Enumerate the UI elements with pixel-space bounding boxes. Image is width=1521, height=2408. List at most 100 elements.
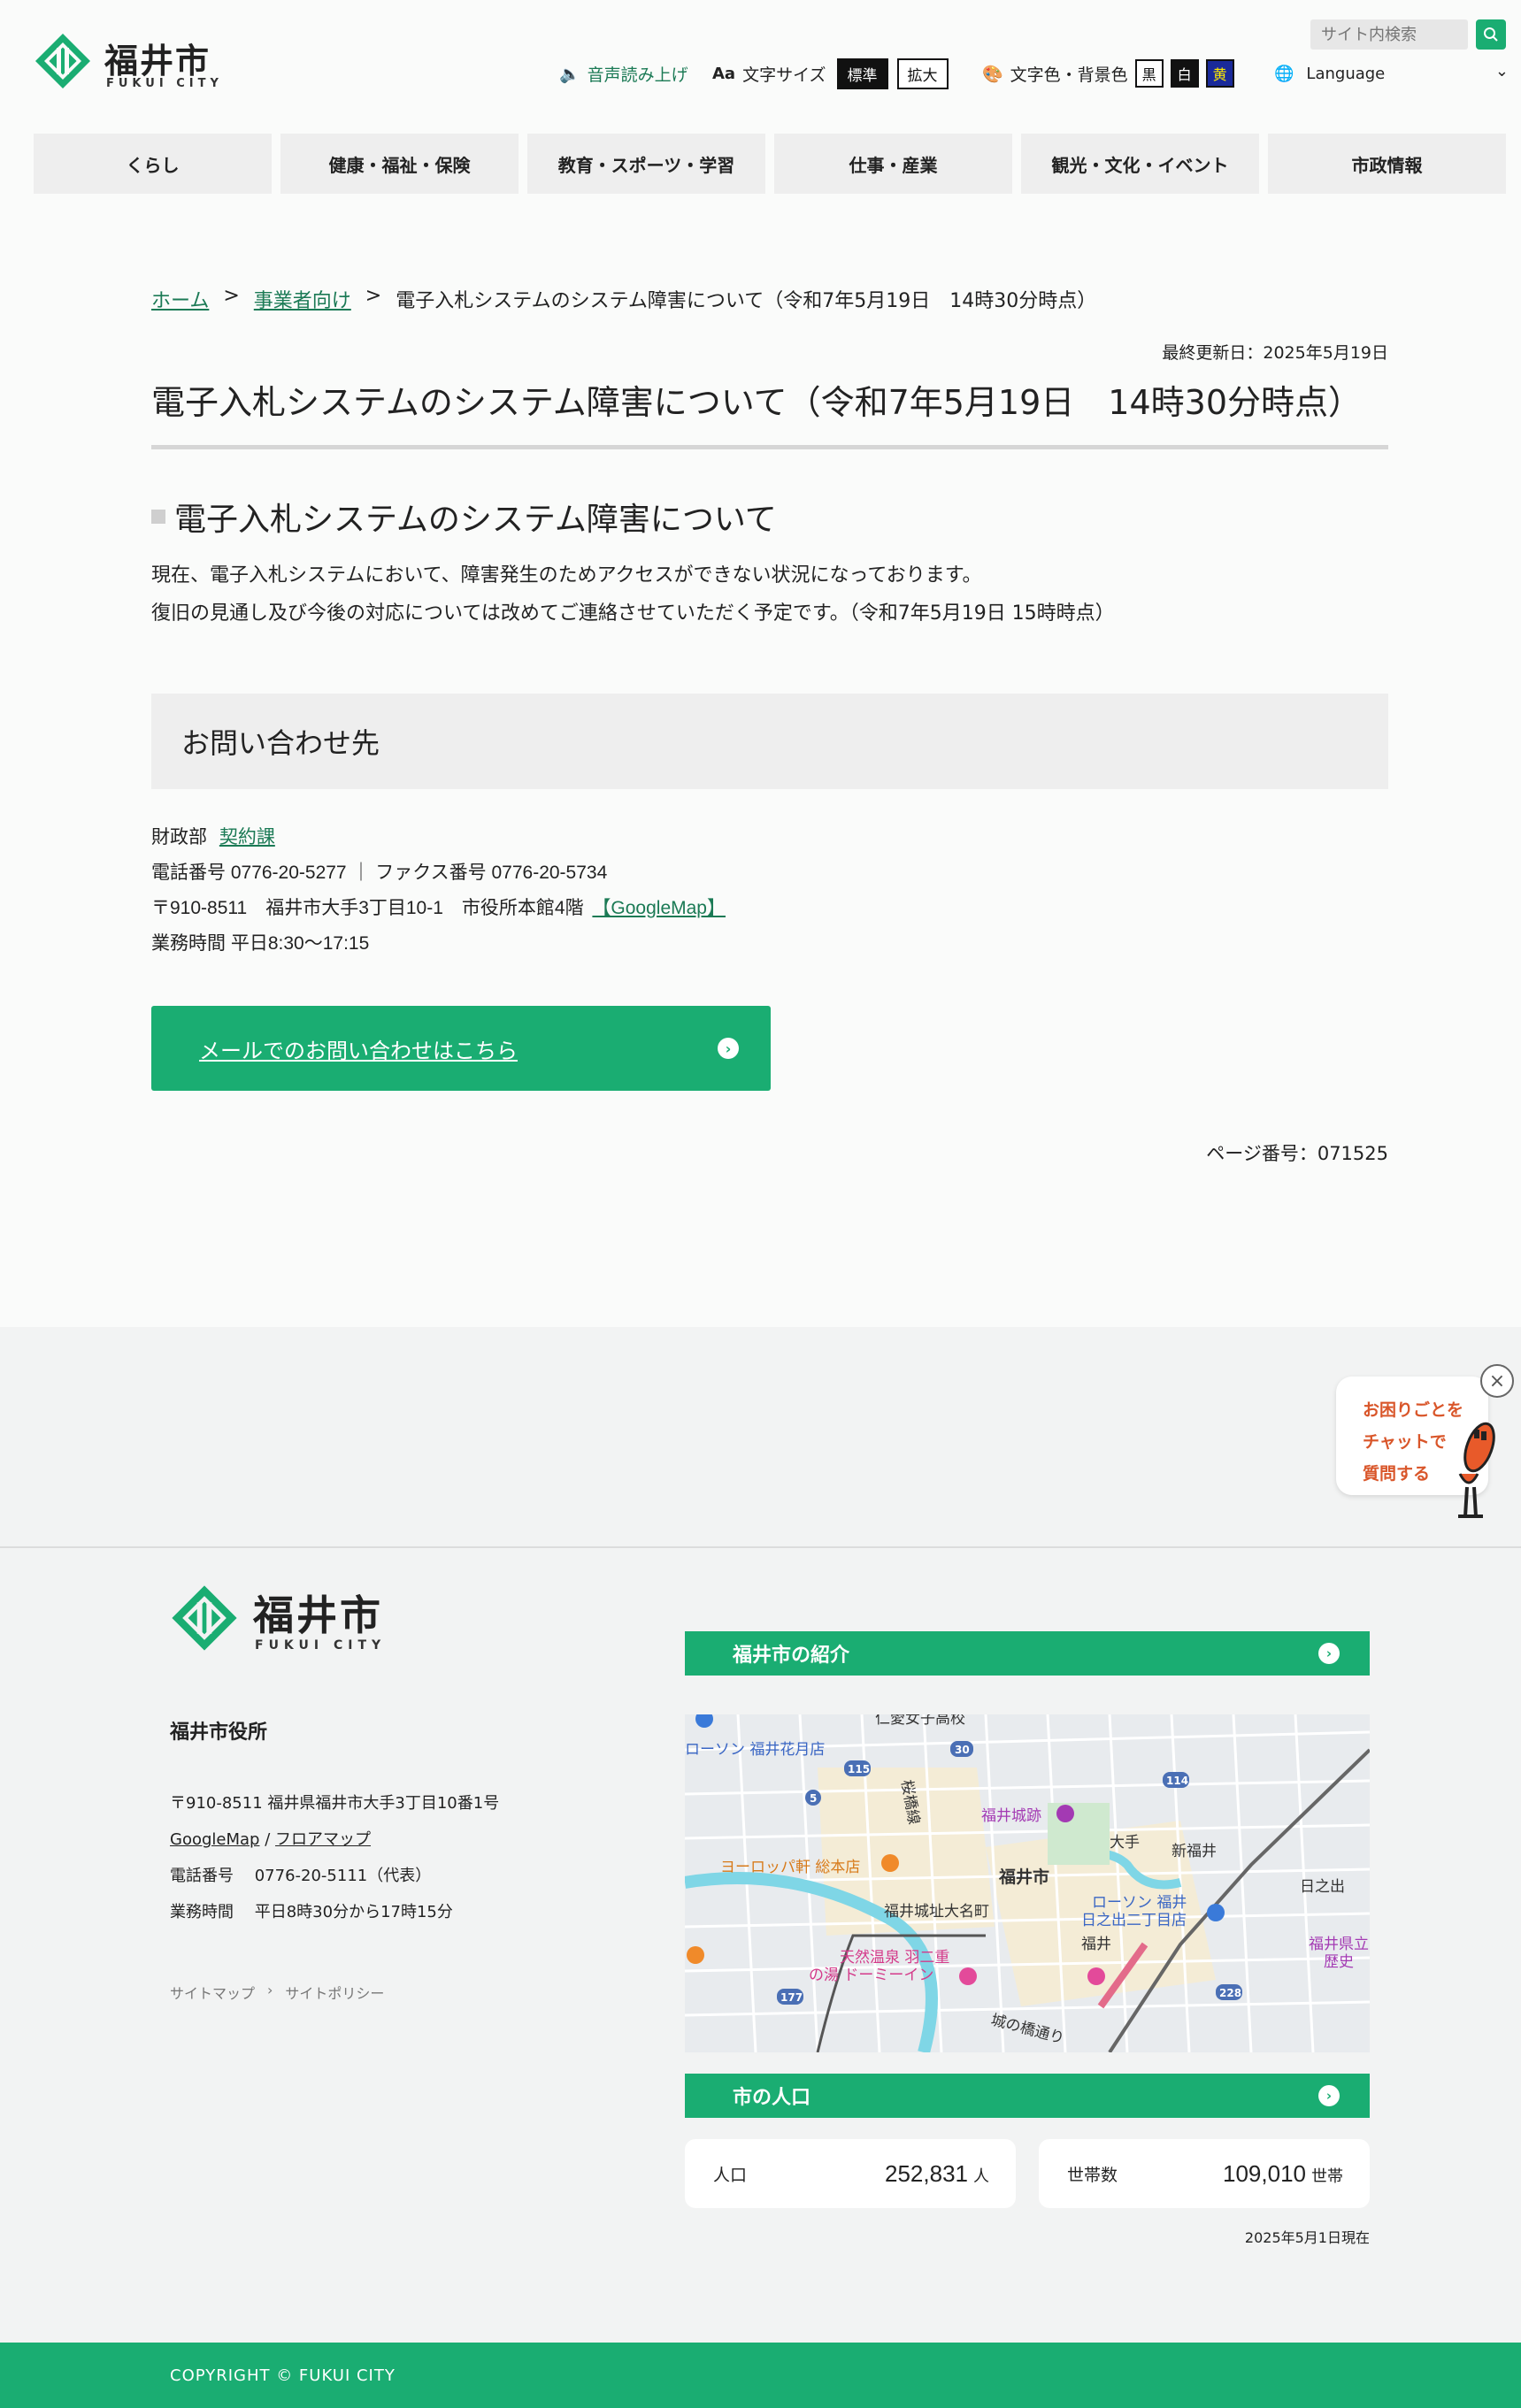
page-number: ページ番号：071525 [1206, 1143, 1388, 1164]
footer-address: 〒910-8511 福井県福井市大手3丁目10番1号 [170, 1794, 500, 1813]
map-label: の湯 ドーミーイン [809, 1967, 933, 1984]
map-label: 天然温泉 羽二重 [840, 1949, 949, 1967]
nav-item-business[interactable]: 仕事・産業 [774, 134, 1012, 194]
population-label: 市の人口 [733, 2087, 811, 2109]
font-size-icon: Aa [712, 64, 736, 83]
map-label: 大手 [1110, 1834, 1140, 1852]
font-size-controls: Aa 文字サイズ 標準 拡大 [712, 58, 949, 89]
chevron-right-icon: › [718, 1038, 739, 1059]
households-number: 109,010 [1223, 2159, 1306, 2187]
map-route-number: 114 [1166, 1775, 1188, 1787]
footer-googlemap-link[interactable]: GoogleMap [170, 1830, 259, 1849]
breadcrumb: ホーム > 事業者向け > 電子入札システムのシステム障害について（令和7年5月… [151, 285, 1096, 313]
contact-address: 〒910-8511 福井市大手3丁目10-1 市役所本館4階 【GoogleMa… [151, 893, 726, 920]
footer-link-slash: / [265, 1830, 271, 1849]
population-as-of: 2025年5月1日現在 [1244, 2229, 1370, 2246]
footer-sitemap-link[interactable]: サイトマップ [170, 1982, 255, 2003]
population-button[interactable]: 市の人口 › [685, 2074, 1370, 2118]
color-black-button[interactable]: 黒 [1134, 59, 1164, 88]
breadcrumb-home-link[interactable]: ホーム [151, 285, 209, 313]
footer-policy-link[interactable]: サイトポリシー [285, 1982, 384, 2003]
voice-readout-button[interactable]: 🔈 音声読み上げ [559, 58, 688, 88]
breadcrumb-business-link[interactable]: 事業者向け [254, 285, 351, 313]
map-label: 仁愛女子高校 [875, 1714, 965, 1728]
map-graphic: 30 115 114 5 177 228 仁愛女子高校 ローソン 福井花月店 福… [685, 1714, 1370, 2052]
mail-inquiry-button[interactable]: メールでのお問い合わせはこちら › [151, 1006, 771, 1091]
population-unit: 人 [973, 2166, 989, 2185]
contact-dept: 財政部 契約課 [151, 823, 275, 849]
chat-widget[interactable]: お困りごとを チャットで 質問する × [1336, 1362, 1514, 1526]
logo-text: 福井市 [104, 42, 211, 81]
language-select[interactable]: 🌐 Language ⌄ [1274, 58, 1509, 88]
language-label: Language [1306, 64, 1386, 83]
map-label: 福井市 [998, 1867, 1049, 1887]
footer-logo-text: 福井市 [253, 1591, 383, 1639]
footer-links: サイトマップ › サイトポリシー [170, 1982, 384, 2003]
globe-icon: 🌐 [1274, 64, 1294, 83]
city-map[interactable]: 30 115 114 5 177 228 仁愛女子高校 ローソン 福井花月店 福… [685, 1714, 1370, 2052]
map-route-number: 177 [780, 1991, 803, 2004]
section-link[interactable]: 契約課 [219, 827, 275, 847]
map-route-number: 30 [955, 1744, 970, 1756]
footer-logo[interactable]: 福井市 FUKUI CITY [170, 1584, 400, 1654]
body-paragraph-1: 現在、電子入札システムにおいて、障害発生のためアクセスができない状況になっており… [151, 564, 982, 587]
heading-square-icon [151, 510, 165, 524]
page-title: 電子入札システムのシステム障害について（令和7年5月19日 14時30分時点） [151, 375, 1388, 449]
chevron-right-icon: › [1318, 2085, 1340, 2106]
population-value: 252,831 人 [885, 2160, 989, 2188]
map-label: 福井 [1081, 1936, 1111, 1953]
site-logo[interactable]: 福井市 FUKUI CITY [34, 32, 228, 94]
global-nav: くらし 健康・福祉・保険 教育・スポーツ・学習 仕事・産業 観光・文化・イベント… [34, 134, 1506, 194]
googlemap-link[interactable]: 【GoogleMap】 [592, 898, 726, 918]
map-label: 福井県立 [1309, 1936, 1369, 1953]
footer-map-links: GoogleMap / フロアマップ [170, 1827, 371, 1850]
footer-link-separator: › [267, 1982, 273, 1998]
search-icon [1484, 27, 1498, 42]
households-unit: 世帯 [1311, 2166, 1343, 2185]
city-emblem-icon [35, 34, 90, 88]
footer-band [0, 1327, 1521, 1548]
color-controls: 🎨 文字色・背景色 黒 白 黄 [982, 58, 1234, 88]
logo-subtext: FUKUI CITY [106, 77, 223, 90]
site-footer: 福井市 FUKUI CITY 福井市役所 〒910-8511 福井県福井市大手3… [0, 1546, 1521, 2343]
font-large-button[interactable]: 拡大 [896, 58, 949, 89]
palette-icon: 🎨 [982, 64, 1003, 84]
footer-phone: 電話番号 0776-20-5111（代表） [170, 1867, 432, 1885]
footer-hours: 業務時間 平日8時30分から17時15分 [170, 1903, 453, 1921]
population-card: 人口 252,831 人 [685, 2139, 1016, 2208]
map-label: 福井城址大名町 [884, 1903, 989, 1921]
city-emblem-icon [172, 1585, 237, 1651]
footer-logo-subtext: FUKUI CITY [255, 1638, 387, 1653]
map-label: 日之出二丁目店 [1081, 1912, 1187, 1929]
search-button[interactable] [1476, 19, 1506, 50]
voice-label: 音声読み上げ [587, 65, 688, 85]
nav-item-city-info[interactable]: 市政情報 [1268, 134, 1506, 194]
section-heading: 電子入札システムのシステム障害について [151, 494, 777, 540]
map-label: ローソン 福井花月店 [685, 1741, 825, 1759]
address-text: 〒910-8511 福井市大手3丁目10-1 市役所本館4階 [151, 898, 584, 918]
copyright-bar: COPYRIGHT © FUKUI CITY [0, 2343, 1521, 2408]
map-label: ヨーロッパ軒 総本店 [720, 1859, 860, 1876]
last-updated: 最終更新日：2025年5月19日 [1162, 343, 1388, 363]
breadcrumb-current: 電子入札システムのシステム障害について（令和7年5月19日 14時30分時点） [396, 290, 1097, 312]
contact-phone-fax: 電話番号 0776-20-5277 ｜ ファクス番号 0776-20-5734 [151, 863, 608, 883]
close-icon[interactable]: × [1480, 1364, 1514, 1398]
city-intro-button[interactable]: 福井市の紹介 › [685, 1631, 1370, 1676]
color-white-button[interactable]: 白 [1170, 59, 1199, 88]
map-label: 福井城跡 [981, 1807, 1041, 1825]
households-card: 世帯数 109,010 世帯 [1039, 2139, 1370, 2208]
font-size-label: 文字サイズ [742, 65, 826, 85]
nav-item-tourism[interactable]: 観光・文化・イベント [1021, 134, 1259, 194]
nav-item-health[interactable]: 健康・福祉・保険 [280, 134, 519, 194]
font-standard-button[interactable]: 標準 [836, 58, 888, 89]
mail-button-label: メールでのお問い合わせはこちら [199, 1038, 518, 1063]
search-input[interactable] [1310, 19, 1468, 50]
color-yellow-button[interactable]: 黄 [1205, 59, 1234, 88]
footer-floormap-link[interactable]: フロアマップ [275, 1830, 371, 1849]
speaker-icon: 🔈 [559, 64, 580, 84]
nav-item-education[interactable]: 教育・スポーツ・学習 [527, 134, 765, 194]
nav-item-kurashi[interactable]: くらし [34, 134, 272, 194]
breadcrumb-separator: > [223, 285, 240, 307]
chat-mascot-icon [1458, 1422, 1495, 1518]
dept-name: 財政部 [151, 827, 207, 847]
